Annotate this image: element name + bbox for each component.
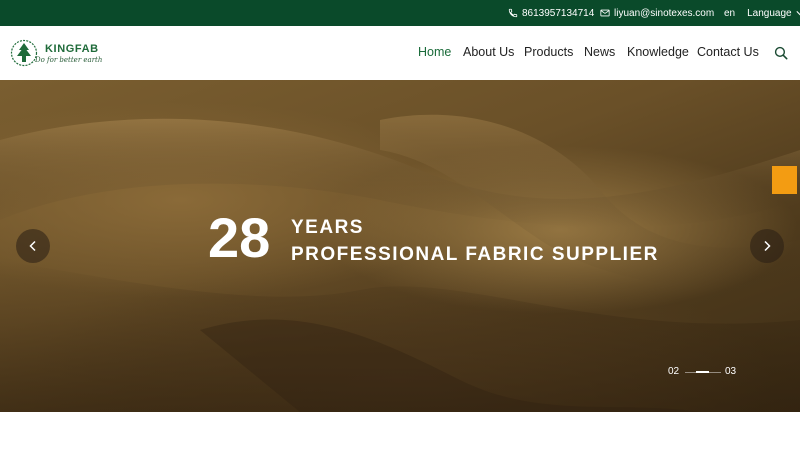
slider-next-button[interactable] xyxy=(750,229,784,263)
logo-name: KINGFAB xyxy=(45,43,99,55)
hero-years-label: YEARS xyxy=(291,217,364,238)
site-header: KINGFAB Do for better earth Home About U… xyxy=(0,26,800,80)
nav-knowledge[interactable]: Knowledge xyxy=(627,45,689,59)
phone-number: 8613957134714 xyxy=(522,7,595,19)
slide-current-number: 02 xyxy=(668,366,680,377)
logo-slogan: Do for better earth xyxy=(35,56,103,64)
hero-tagline: PROFESSIONAL FABRIC SUPPLIER xyxy=(291,244,659,265)
slide-total-number: 03 xyxy=(725,366,737,377)
search-icon[interactable] xyxy=(774,46,788,60)
hero-years-number: 28 xyxy=(208,206,271,269)
email-contact[interactable]: liyuan@sinotexes.com xyxy=(600,0,714,26)
site-logo[interactable]: KINGFAB Do for better earth xyxy=(10,39,120,69)
mail-icon xyxy=(600,9,610,17)
nav-contact-us[interactable]: Contact Us xyxy=(697,45,759,59)
phone-icon xyxy=(508,8,518,18)
language-selector[interactable]: en Language xyxy=(724,0,800,26)
email-address: liyuan@sinotexes.com xyxy=(614,7,715,19)
slide-progress-indicator xyxy=(696,371,709,373)
nav-home[interactable]: Home xyxy=(418,45,451,59)
hero-banner: 28 YEARS PROFESSIONAL FABRIC SUPPLIER 02… xyxy=(0,80,800,412)
language-label: Language xyxy=(747,7,792,19)
chevron-left-icon xyxy=(29,240,36,252)
top-bar: 8613957134714 liyuan@sinotexes.com en La… xyxy=(0,0,800,26)
language-code: en xyxy=(724,7,736,19)
chevron-right-icon xyxy=(764,240,771,252)
slider-prev-button[interactable] xyxy=(16,229,50,263)
nav-about-us[interactable]: About Us xyxy=(463,45,514,59)
tree-logo-icon xyxy=(10,39,38,67)
nav-products[interactable]: Products xyxy=(524,45,573,59)
chevron-down-icon xyxy=(796,11,800,16)
phone-contact[interactable]: 8613957134714 xyxy=(508,0,594,26)
nav-news[interactable]: News xyxy=(584,45,615,59)
floating-side-tab[interactable] xyxy=(772,166,797,194)
